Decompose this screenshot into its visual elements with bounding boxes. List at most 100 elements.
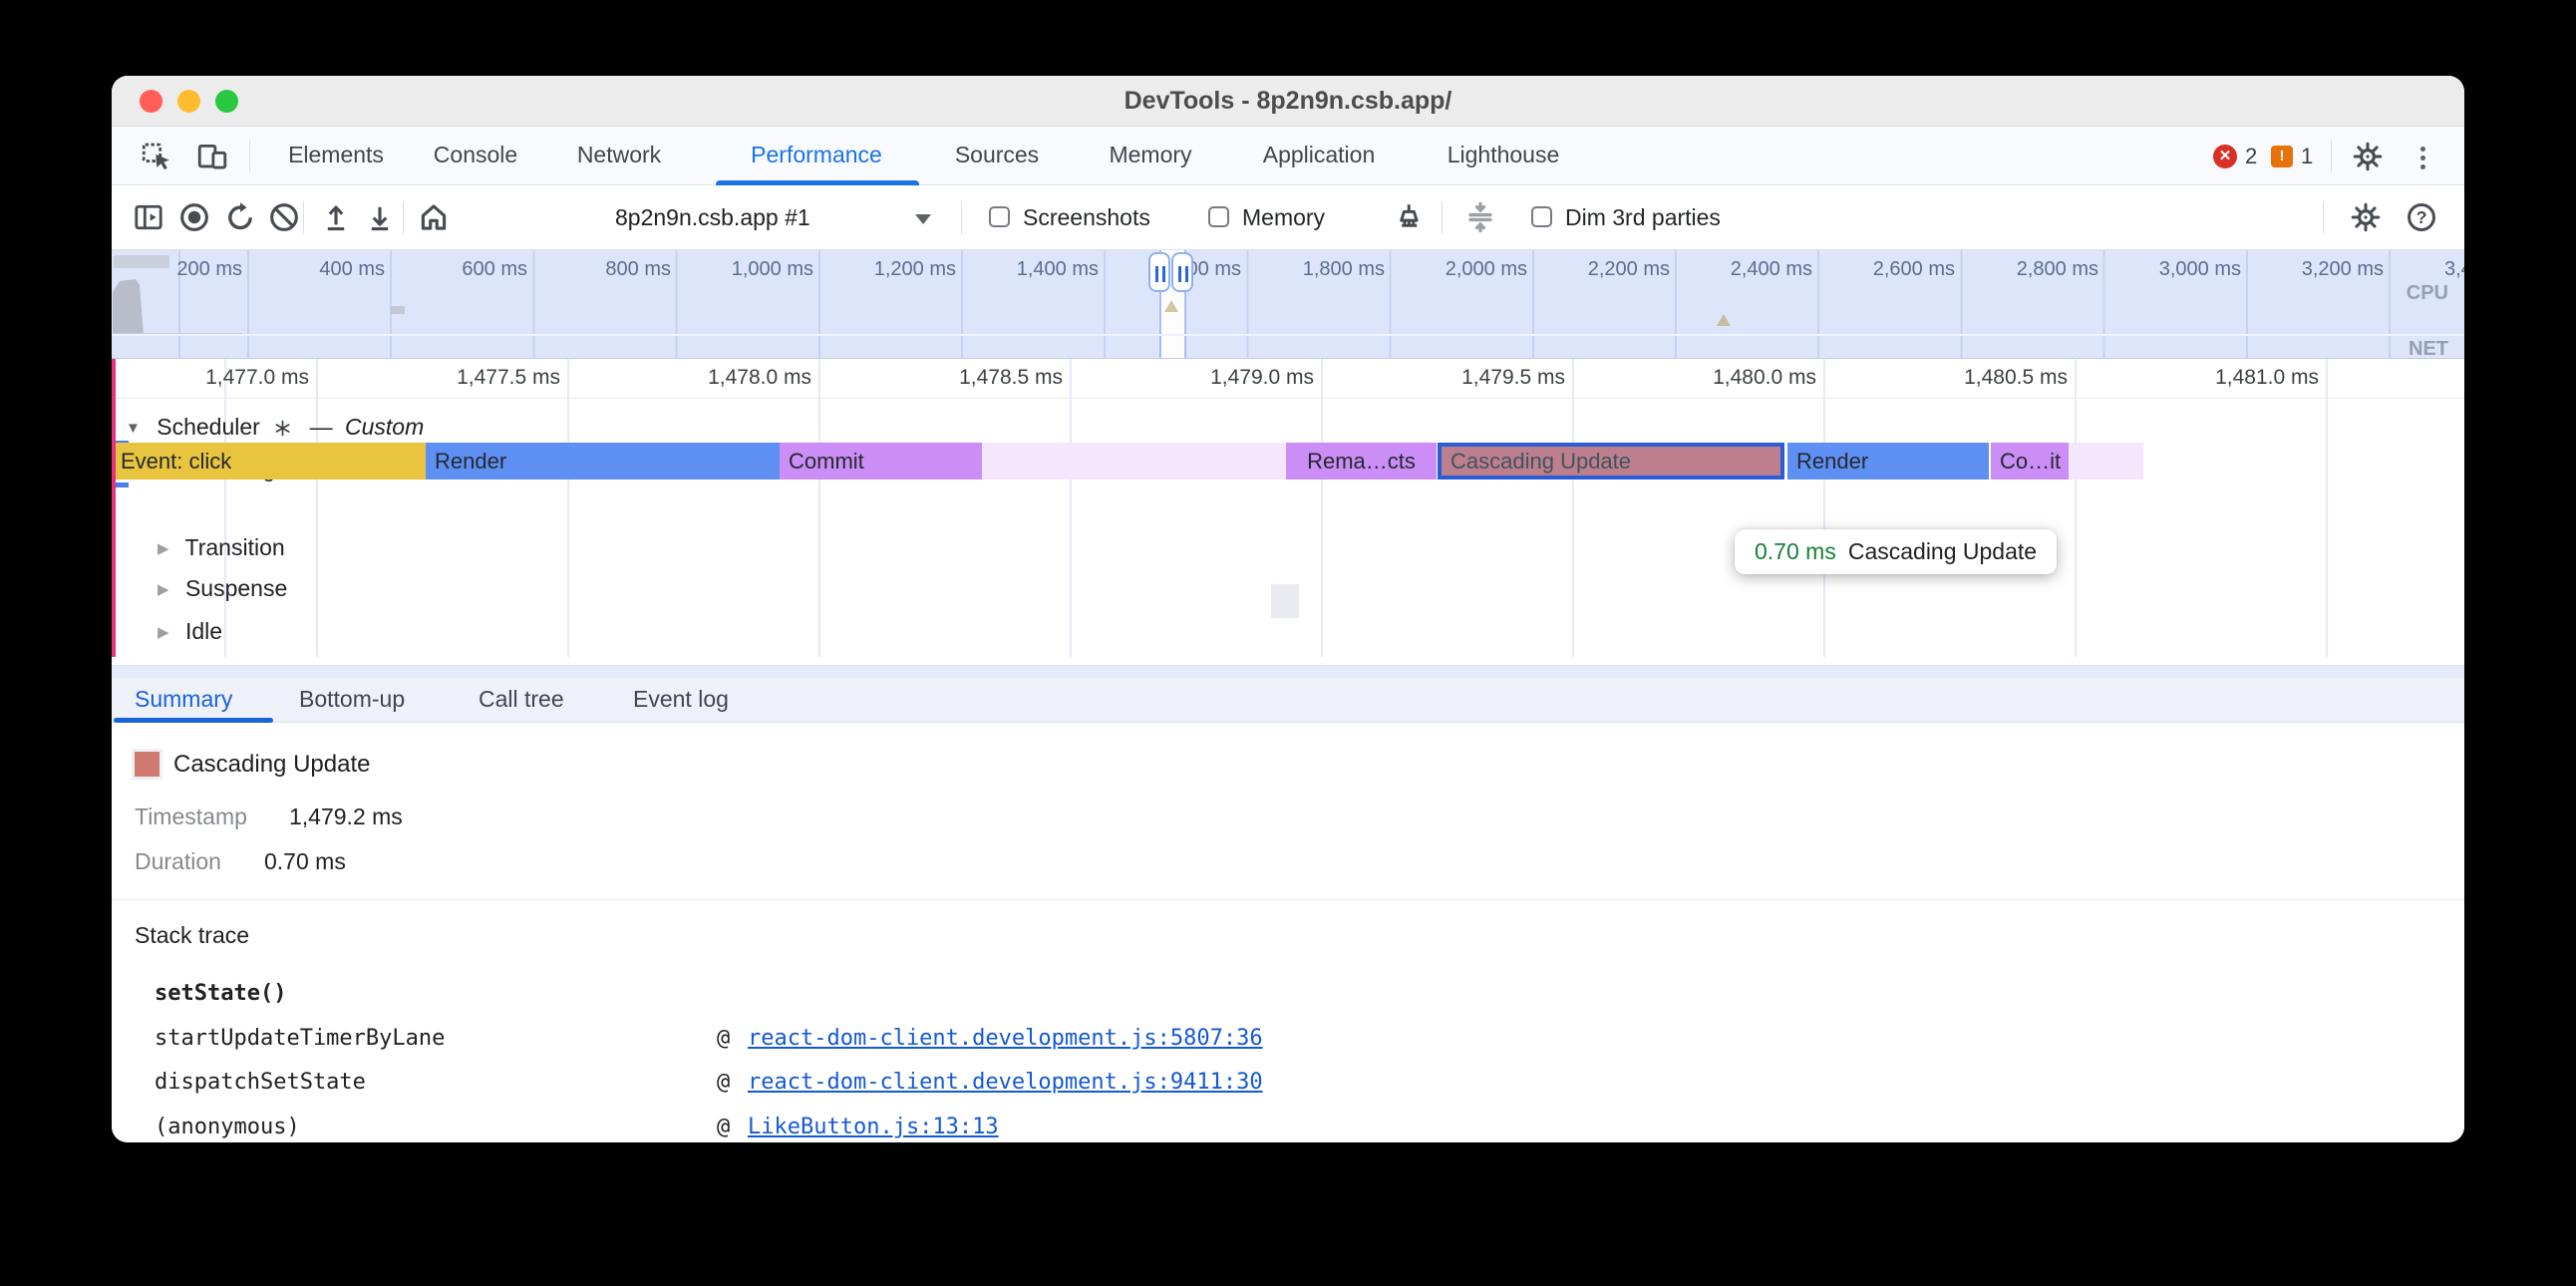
reload-record-icon[interactable] [223, 200, 257, 234]
ruler-tick: 1,479.0 ms [1063, 366, 1314, 390]
ruler-tick: 1,480.0 ms [1565, 366, 1816, 390]
divider [1442, 201, 1443, 234]
tooltip-name: Cascading Update [1848, 538, 2037, 564]
timeline-marker [1717, 314, 1731, 326]
warning-count[interactable]: 1 [2301, 127, 2313, 185]
download-profile-icon[interactable] [363, 200, 397, 234]
summary-panel: Cascading Update Timestamp 1,479.2 ms Du… [112, 723, 2464, 1142]
stack-frame-link[interactable]: react-dom-client.development.js:9411:30 [748, 1070, 1263, 1095]
tab-event-log[interactable]: Event log [633, 678, 729, 723]
panel-resizer[interactable] [112, 657, 2464, 678]
stack-frame-link[interactable]: LikeButton.js:13:13 [748, 1115, 999, 1139]
flame-bar-render[interactable]: Render [426, 443, 780, 480]
tab-performance[interactable]: Performance [751, 127, 882, 185]
divider [249, 141, 250, 171]
dim-3rd-parties-label[interactable]: Dim 3rd parties [1565, 185, 1721, 249]
flame-bar[interactable] [2069, 443, 2143, 480]
details-tab-bar: Summary Bottom-up Call tree Event log [112, 678, 2464, 723]
at-symbol: @ [717, 1026, 730, 1051]
tab-network[interactable]: Network [577, 127, 661, 185]
tab-lighthouse[interactable]: Lighthouse [1448, 127, 1560, 185]
tab-application[interactable]: Application [1263, 127, 1376, 185]
error-count[interactable]: 2 [2245, 127, 2257, 185]
flame-bar-event-click[interactable]: Event: click [112, 443, 426, 480]
event-color-swatch [135, 752, 160, 777]
upload-profile-icon[interactable] [319, 200, 353, 234]
tab-summary[interactable]: Summary [135, 678, 232, 723]
duration-value: 0.70 ms [264, 848, 346, 875]
chevron-down-icon[interactable] [915, 214, 931, 224]
home-icon[interactable] [417, 200, 451, 234]
device-toolbar-icon[interactable] [195, 140, 229, 173]
window-title: DevTools - 8p2n9n.csb.app/ [112, 76, 2464, 127]
clear-icon[interactable] [267, 200, 301, 234]
flame-bar-remaining-effects[interactable]: Rema…cts [1286, 443, 1437, 480]
divider [303, 201, 304, 234]
performance-toolbar: 8p2n9n.csb.app #1 Screenshots Memory Dim… [112, 185, 2464, 249]
stack-frame-fn: setState() [155, 981, 286, 1006]
memory-checkbox[interactable] [1208, 206, 1229, 227]
dim-3rd-parties-checkbox[interactable] [1531, 206, 1552, 227]
track-header-scheduler[interactable]: ▼ Scheduler — Custom [126, 411, 424, 443]
memory-label[interactable]: Memory [1242, 185, 1325, 249]
group-suspense[interactable]: ▶ Suspense [158, 572, 287, 604]
more-options-icon[interactable] [2416, 143, 2428, 173]
screenshots-label[interactable]: Screenshots [1023, 185, 1150, 249]
scheduler-track[interactable]: ▼ Scheduler — Custom ▼ Blocking Event: [112, 399, 2464, 657]
collapse-tracks-icon[interactable] [1463, 200, 1497, 234]
expand-triangle-icon[interactable]: ▼ [126, 420, 141, 437]
inspect-element-icon[interactable] [140, 140, 173, 173]
collapsed-triangle-icon[interactable]: ▶ [158, 581, 169, 598]
ruler-tick: 1,479.5 ms [1314, 366, 1565, 390]
stack-trace-label: Stack trace [135, 922, 249, 949]
flame-bar[interactable] [982, 443, 1286, 480]
screenshots-checkbox[interactable] [989, 206, 1010, 227]
flame-chart-area[interactable]: 1,477.0 ms 1,477.5 ms 1,478.0 ms 1,478.5… [112, 359, 2464, 657]
net-lane-label: NET [2409, 338, 2448, 359]
at-symbol: @ [717, 1115, 730, 1139]
overview-tick: 1,200 ms [816, 258, 956, 281]
overview-tick: 800 ms [531, 258, 671, 281]
divider [403, 201, 404, 234]
warning-count-icon[interactable]: ! [2271, 146, 2293, 167]
asterisk-icon [274, 420, 291, 437]
group-idle[interactable]: ▶ Idle [158, 615, 222, 647]
overview-tick: 1,800 ms [1245, 258, 1385, 281]
collapsed-triangle-icon[interactable]: ▶ [158, 624, 169, 641]
target-select[interactable]: 8p2n9n.csb.app #1 [615, 185, 810, 249]
collapsed-triangle-icon[interactable]: ▶ [158, 540, 169, 557]
divider [112, 899, 2464, 900]
ruler-tick: 1,478.0 ms [560, 366, 811, 390]
tab-memory[interactable]: Memory [1109, 127, 1191, 185]
tab-bottom-up[interactable]: Bottom-up [299, 678, 405, 723]
cpu-activity-blip [391, 306, 405, 314]
tab-console[interactable]: Console [434, 127, 517, 185]
divider [961, 201, 962, 234]
stack-frame-link[interactable]: react-dom-client.development.js:5807:36 [748, 1026, 1263, 1051]
error-count-icon[interactable]: ✕ [2213, 145, 2237, 168]
overview-tick: 1,400 ms [959, 258, 1099, 281]
record-icon[interactable] [177, 200, 211, 234]
help-icon[interactable]: ? [2405, 200, 2438, 234]
flame-bar-render[interactable]: Render [1787, 443, 1989, 480]
tab-sources[interactable]: Sources [955, 127, 1039, 185]
timeline-overview[interactable]: 200 ms 400 ms 600 ms 800 ms 1,000 ms 1,2… [112, 249, 2464, 359]
flame-bar-commit[interactable]: Commit [780, 443, 982, 480]
timestamp-label: Timestamp [135, 804, 247, 830]
toggle-sidebar-icon[interactable] [132, 200, 165, 234]
settings-gear-icon[interactable] [2351, 140, 2385, 173]
capture-settings-gear-icon[interactable] [2349, 200, 2383, 234]
overview-tick: 2,400 ms [1673, 258, 1812, 281]
overview-tick: 200 ms [112, 258, 242, 281]
selection-left-handle[interactable] [1148, 252, 1170, 292]
group-transition[interactable]: ▶ Transition [158, 531, 285, 563]
selection-right-handle[interactable] [1171, 252, 1193, 292]
summary-title: Cascading Update [173, 751, 370, 779]
garbage-collect-icon[interactable] [1390, 200, 1424, 234]
flame-bar-cascading-update-selected[interactable]: Cascading Update [1438, 443, 1784, 480]
tab-elements[interactable]: Elements [288, 127, 384, 185]
stack-frame-fn: dispatchSetState [155, 1070, 366, 1095]
tab-call-tree[interactable]: Call tree [479, 678, 564, 723]
flame-bar-commit[interactable]: Co…it [1991, 443, 2069, 480]
detail-time-ruler: 1,477.0 ms 1,477.5 ms 1,478.0 ms 1,478.5… [112, 359, 2464, 399]
